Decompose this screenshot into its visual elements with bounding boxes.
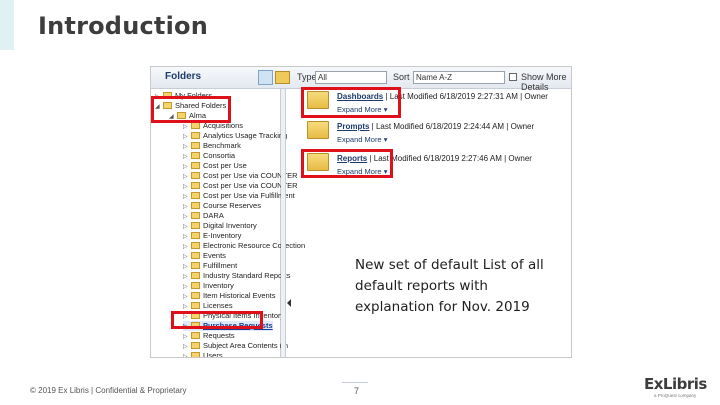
tree-item[interactable]: ▷ Electronic Resource Collection (183, 241, 305, 251)
footer-copyright: © 2019 Ex Libris | Confidential & Propri… (30, 386, 187, 395)
folder-icon (191, 232, 200, 239)
folder-icon (191, 332, 200, 339)
item-meta: Last Modified 6/18/2019 2:24:44 AM | Own… (375, 122, 535, 131)
tree-item[interactable]: ▷ Users (183, 351, 223, 358)
highlight-reports (301, 149, 393, 178)
tree-item-label: Benchmark (203, 141, 241, 150)
tree-item-label: Users (203, 351, 223, 358)
tree-item-label: E-Inventory (203, 231, 242, 240)
tree-item[interactable]: ▷ Item Historical Events (183, 291, 276, 301)
tree-item-label: Requests (203, 331, 235, 340)
tree-scrollbar[interactable] (281, 89, 286, 357)
tree-item-label: Events (203, 251, 226, 260)
tree-item-label: DARA (203, 211, 224, 220)
show-more-details-label: Show More Details (521, 72, 567, 92)
tree-item[interactable]: ▷ Consortia (183, 151, 235, 161)
folder-icon (191, 162, 200, 169)
slide-title: Introduction (38, 12, 208, 40)
folder-icon (191, 242, 200, 249)
type-select[interactable]: All (315, 71, 387, 84)
tree-item[interactable]: ▷ Cost per Use (183, 161, 247, 171)
folder-icon (307, 121, 329, 139)
tree-item[interactable]: ▷ Events (183, 251, 226, 261)
page-number-divider (342, 382, 368, 383)
highlight-dashboards (301, 87, 401, 118)
highlight-purchase-requests (171, 311, 263, 329)
folder-icon (191, 252, 200, 259)
item-actions[interactable]: Expand More ▾ (337, 135, 387, 144)
folder-icon (191, 142, 200, 149)
item-header: Prompts | Last Modified 6/18/2019 2:24:4… (337, 122, 535, 131)
callout-text: New set of default List of all default r… (355, 257, 544, 315)
folder-icon (191, 122, 200, 129)
collapse-pane-arrow-icon[interactable] (287, 299, 291, 307)
tree-item-label: Subject Area Contents (in (203, 341, 289, 350)
folder-icon (191, 302, 200, 309)
tree-item[interactable]: ▷ Benchmark (183, 141, 241, 151)
catalog-toolbar: Folders Type All Sort Name A-Z Show More… (151, 67, 571, 92)
folder-icon (191, 282, 200, 289)
tree-item[interactable]: ▷ E-Inventory (183, 231, 241, 241)
tree-item-label: Analytics Usage Tracking (203, 131, 288, 140)
new-folder-button[interactable] (275, 71, 290, 84)
tree-item-label: Cost per Use (203, 161, 247, 170)
collapsed-arrow-icon[interactable]: ▷ (183, 352, 189, 357)
tree-item[interactable]: ▷ Industry Standard Reports (183, 271, 291, 281)
tree-item-label: Item Historical Events (203, 291, 276, 300)
exlibris-logo: ExLibris a ProQuest company (640, 374, 710, 400)
page-number: 7 (354, 386, 360, 396)
item-name-link[interactable]: Prompts (337, 122, 369, 131)
folder-icon (191, 352, 200, 357)
folder-icon (191, 292, 200, 299)
folder-icon (191, 172, 200, 179)
tree-item[interactable]: ▷ DARA (183, 211, 224, 221)
sort-select[interactable]: Name A-Z (413, 71, 505, 84)
tree-item[interactable]: ▷ Course Reserves (183, 201, 261, 211)
tree-item-label: Licenses (203, 301, 233, 310)
sort-label: Sort (393, 72, 410, 82)
item-meta: Last Modified 6/18/2019 2:27:31 AM | Own… (389, 92, 548, 101)
folder-icon (191, 182, 200, 189)
tree-item[interactable]: ▷ Cost per Use via Fulfillment (183, 191, 295, 201)
folder-icon (191, 202, 200, 209)
tree-item[interactable]: ▷ Licenses (183, 301, 233, 311)
tree-item-label: Course Reserves (203, 201, 261, 210)
tree-item-label: Consortia (203, 151, 236, 160)
tree-item-label: Digital Inventory (203, 221, 257, 230)
tree-item[interactable]: ▷ Analytics Usage Tracking (183, 131, 287, 141)
toggle-pane-button[interactable] (258, 70, 273, 85)
tree-item-label: Inventory (203, 281, 234, 290)
item-meta: Last Modified 6/18/2019 2:27:46 AM | Own… (373, 154, 532, 163)
highlight-shared-folders (151, 96, 231, 123)
tree-item[interactable]: ▷ Fulfillment (183, 261, 237, 271)
type-label: Type (297, 72, 317, 82)
logo-wordmark: ExLibris (644, 375, 707, 393)
logo-tagline: a ProQuest company (654, 393, 697, 398)
folder-icon (191, 222, 200, 229)
folder-icon (191, 192, 200, 199)
tree-item[interactable]: ▷ Digital Inventory (183, 221, 257, 231)
folder-icon (191, 152, 200, 159)
folder-icon (191, 262, 200, 269)
folder-icon (191, 132, 200, 139)
folder-icon (191, 212, 200, 219)
show-more-details-checkbox[interactable] (509, 73, 517, 81)
tree-item[interactable]: ▷ Subject Area Contents (in (183, 341, 288, 351)
title-accent-bar (0, 0, 14, 50)
folder-icon (191, 272, 200, 279)
tree-item-label: Fulfillment (203, 261, 238, 270)
tree-item[interactable]: ▷ Requests (183, 331, 235, 341)
tree-item-label: Electronic Resource Collection (203, 241, 306, 250)
folders-panel-title: Folders (165, 71, 202, 82)
tree-item-label: Industry Standard Reports (203, 271, 291, 280)
folder-icon (191, 342, 200, 349)
tree-item[interactable]: ▷ Inventory (183, 281, 234, 291)
